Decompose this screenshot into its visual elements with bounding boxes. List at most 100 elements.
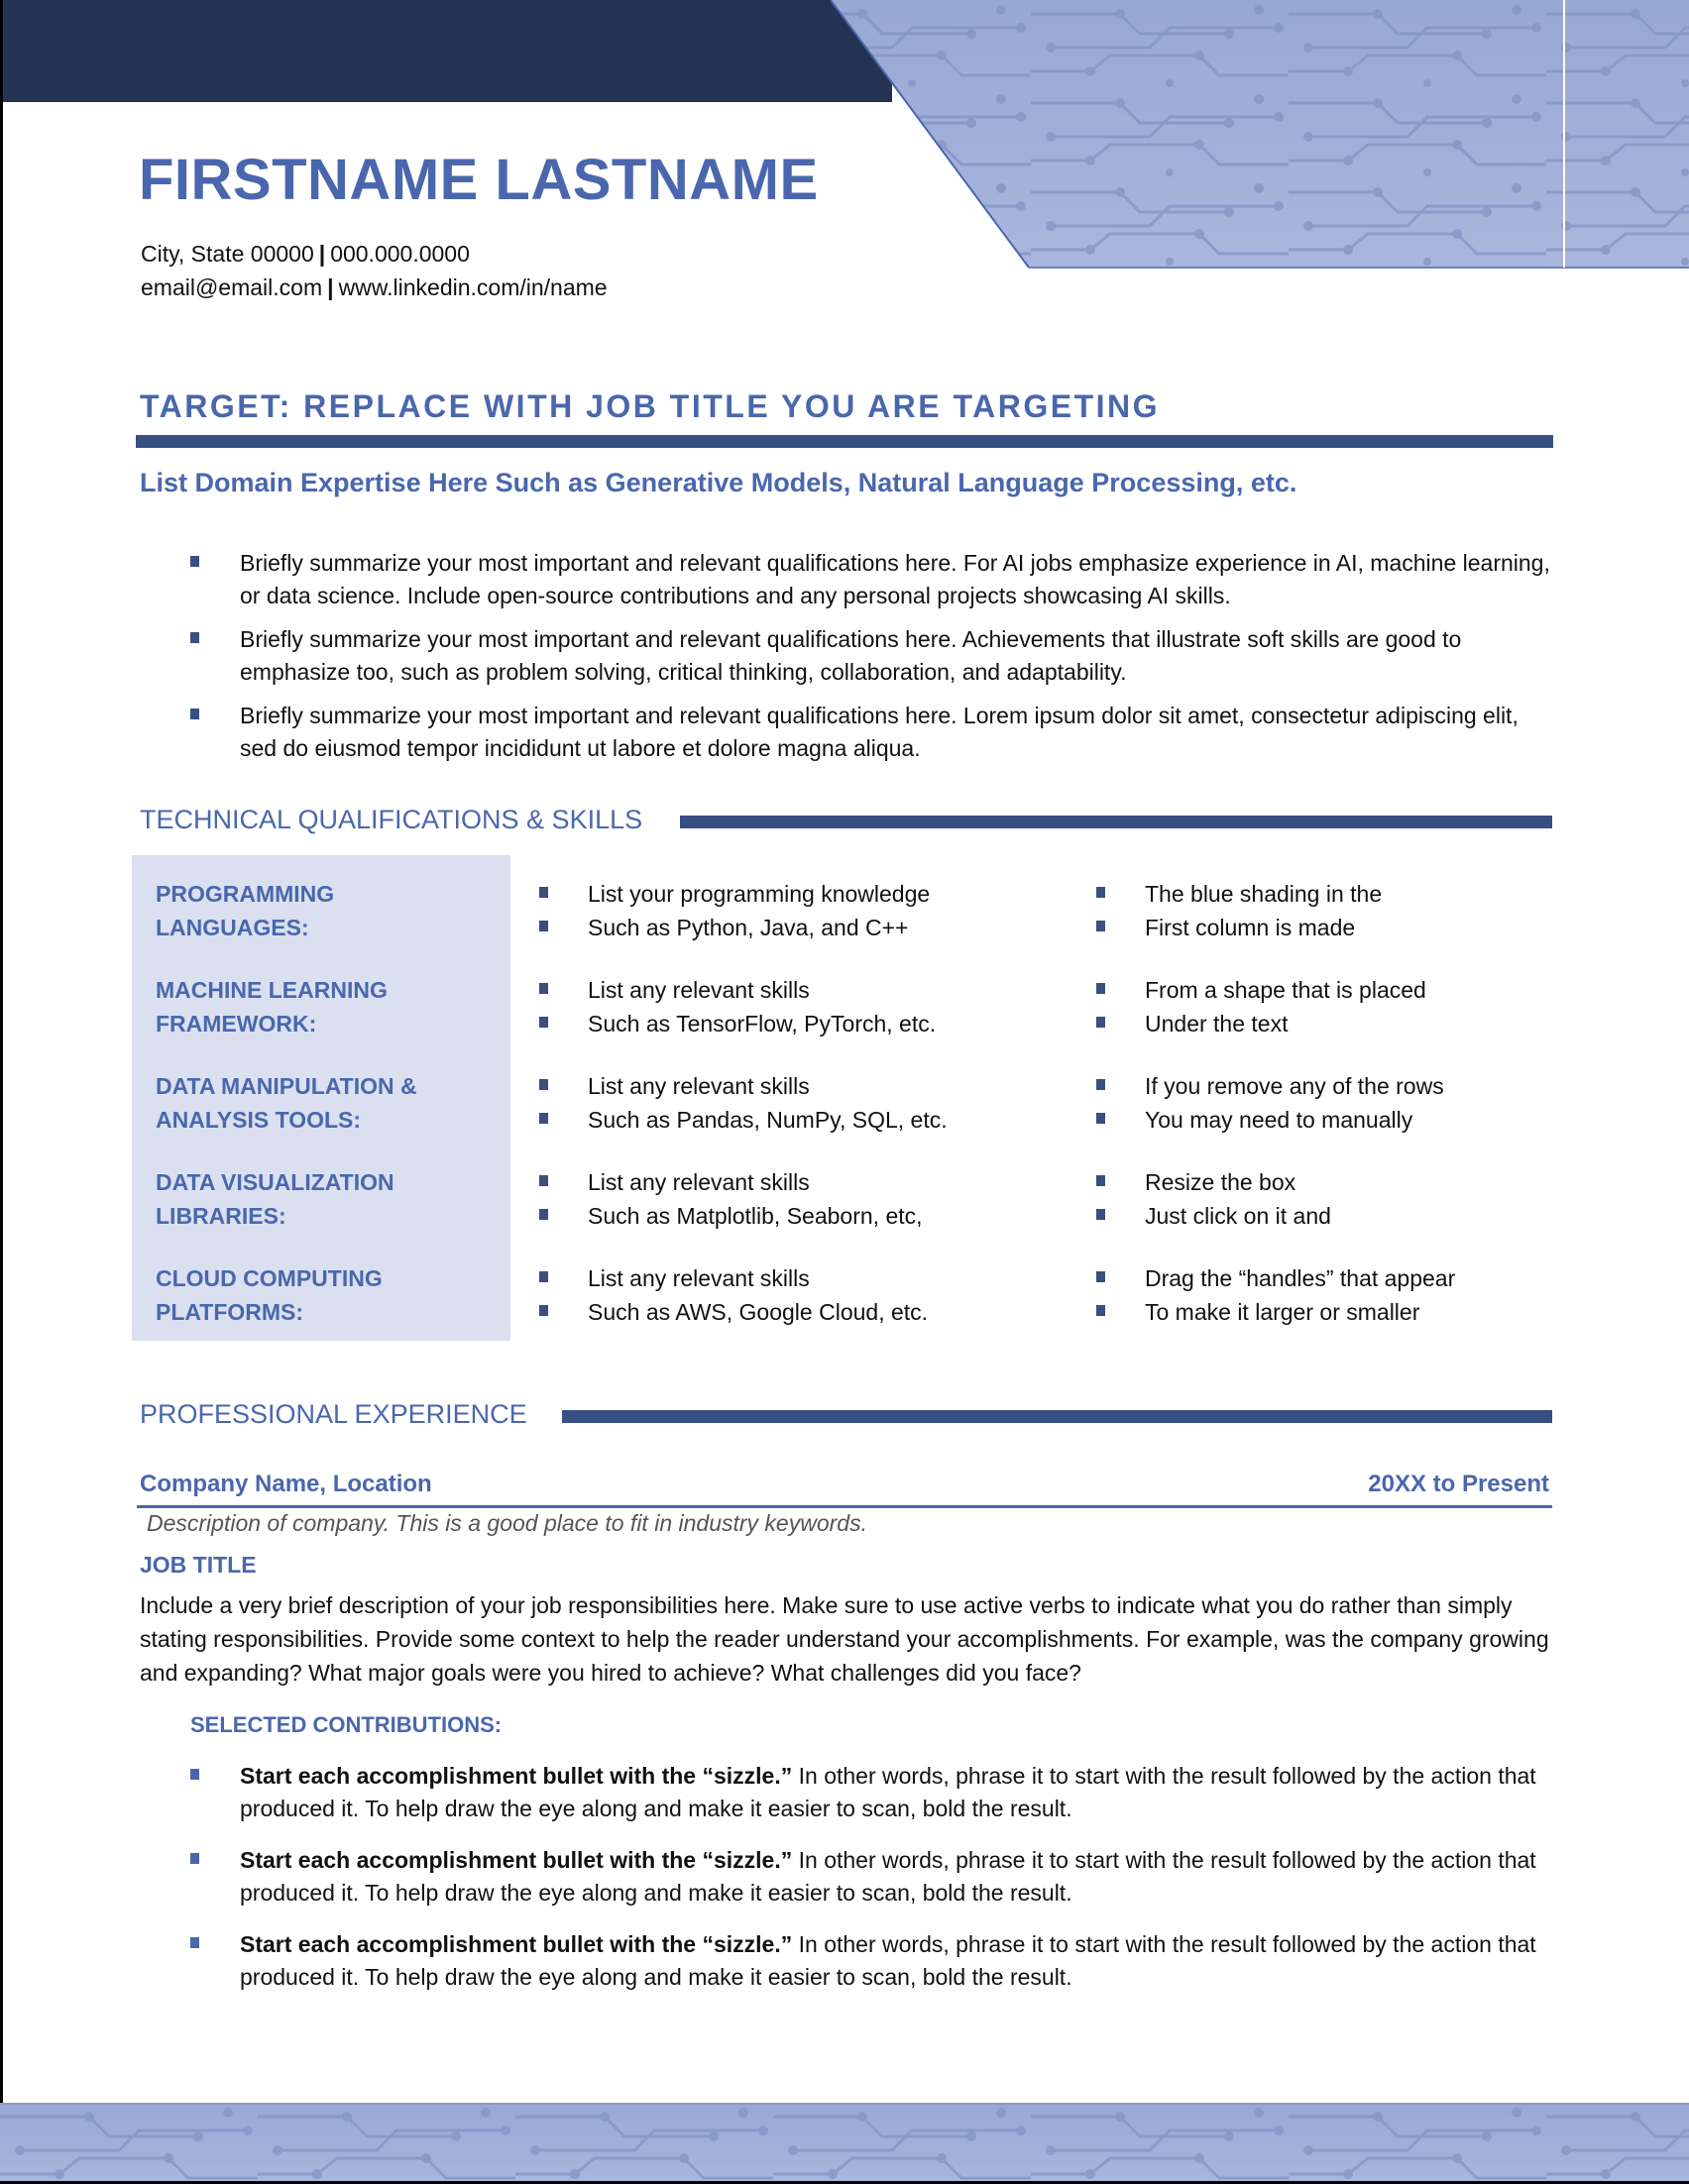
square-bullet-icon bbox=[539, 921, 548, 931]
skill-list: If you remove any of the rows You may nee… bbox=[1096, 1069, 1444, 1137]
skill-list: List any relevant skills Such as TensorFl… bbox=[539, 973, 936, 1040]
skill-item: List your programming knowledge bbox=[539, 877, 930, 911]
square-bullet-icon bbox=[1096, 1113, 1105, 1124]
email-link[interactable]: email@email.com bbox=[141, 274, 322, 300]
circuit-board-header-graphic bbox=[830, 0, 1689, 269]
square-bullet-icon bbox=[539, 1271, 548, 1282]
candidate-name: FIRSTNAME LASTNAME bbox=[139, 148, 819, 212]
contact-line-2: email@email.com | www.linkedin.com/in/name bbox=[141, 274, 608, 301]
summary-text: Briefly summarize your most important an… bbox=[240, 550, 1550, 608]
skill-text: List your programming knowledge bbox=[588, 881, 931, 907]
skill-item: Such as AWS, Google Cloud, etc. bbox=[539, 1295, 928, 1329]
skill-item: List any relevant skills bbox=[539, 973, 936, 1007]
skill-text: List any relevant skills bbox=[588, 1073, 810, 1099]
square-bullet-icon bbox=[539, 1079, 548, 1090]
square-bullet-icon bbox=[539, 1209, 548, 1220]
square-bullet-icon bbox=[1096, 1079, 1105, 1090]
skill-text: Such as Matplotlib, Seaborn, etc, bbox=[588, 1203, 923, 1229]
skill-row: CLOUD COMPUTING PLATFORMS: List any relev… bbox=[0, 1261, 1689, 1331]
separator: | bbox=[318, 241, 326, 267]
domain-expertise: List Domain Expertise Here Such as Gener… bbox=[140, 468, 1297, 497]
contribution-bullet: Start each accomplishment bullet with th… bbox=[190, 1844, 1558, 1910]
skill-list: List your programming knowledge Such as P… bbox=[539, 877, 930, 944]
square-bullet-icon bbox=[190, 1937, 199, 1948]
linkedin-link[interactable]: www.linkedin.com/in/name bbox=[339, 274, 608, 300]
skill-list: List any relevant skills Such as Matplotl… bbox=[539, 1165, 923, 1233]
skill-text: From a shape that is placed bbox=[1145, 977, 1426, 1003]
square-bullet-icon bbox=[1096, 1209, 1105, 1220]
experience-rule bbox=[562, 1410, 1552, 1423]
skill-row: DATA MANIPULATION & ANALYSIS TOOLS: List … bbox=[0, 1069, 1689, 1139]
skills-heading: TECHNICAL QUALIFICATIONS & SKILLS bbox=[140, 805, 643, 834]
skill-list: Resize the box Just click on it and bbox=[1096, 1165, 1331, 1233]
square-bullet-icon bbox=[1096, 1017, 1105, 1028]
company-row: Company Name, Location 20XX to Present bbox=[140, 1471, 1553, 1504]
skill-category: MACHINE LEARNING FRAMEWORK: bbox=[156, 977, 388, 1037]
square-bullet-icon bbox=[1096, 1271, 1105, 1282]
skill-item: From a shape that is placed bbox=[1096, 973, 1426, 1007]
square-bullet-icon bbox=[190, 1769, 199, 1780]
skill-item: List any relevant skills bbox=[539, 1261, 928, 1295]
skill-row: MACHINE LEARNING FRAMEWORK: List any rele… bbox=[0, 973, 1689, 1042]
square-bullet-icon bbox=[190, 632, 199, 643]
square-bullet-icon bbox=[539, 1175, 548, 1186]
skill-item: To make it larger or smaller bbox=[1096, 1295, 1455, 1329]
job-description: Include a very brief description of your… bbox=[140, 1592, 1549, 1686]
skill-text: Such as Python, Java, and C++ bbox=[588, 915, 909, 940]
skill-text: List any relevant skills bbox=[588, 977, 810, 1003]
skill-list: The blue shading in the First column is m… bbox=[1096, 877, 1382, 944]
square-bullet-icon bbox=[190, 709, 199, 719]
skill-row: PROGRAMMING LANGUAGES: List your programm… bbox=[0, 877, 1689, 946]
skill-text: The blue shading in the bbox=[1145, 881, 1383, 907]
skill-text: To make it larger or smaller bbox=[1145, 1299, 1420, 1325]
skill-item: Such as Python, Java, and C++ bbox=[539, 911, 930, 944]
square-bullet-icon bbox=[1096, 921, 1105, 931]
summary-bullet: Briefly summarize your most important an… bbox=[190, 547, 1558, 612]
square-bullet-icon bbox=[190, 1853, 199, 1864]
skill-text: Just click on it and bbox=[1145, 1203, 1331, 1229]
contribution-bullet: Start each accomplishment bullet with th… bbox=[190, 1760, 1558, 1825]
square-bullet-icon bbox=[539, 887, 548, 898]
contribution-result: Start each accomplishment bullet with th… bbox=[240, 1847, 793, 1873]
summary-bullet: Briefly summarize your most important an… bbox=[190, 700, 1558, 765]
square-bullet-icon bbox=[1096, 1175, 1105, 1186]
summary-text: Briefly summarize your most important an… bbox=[240, 626, 1462, 685]
skill-list: List any relevant skills Such as Pandas, … bbox=[539, 1069, 948, 1137]
skill-text: If you remove any of the rows bbox=[1145, 1073, 1444, 1099]
target-heading: TARGET: REPLACE WITH JOB TITLE YOU ARE T… bbox=[140, 388, 1161, 424]
skill-item: You may need to manually bbox=[1096, 1103, 1444, 1137]
skill-item: Just click on it and bbox=[1096, 1199, 1331, 1233]
company-description: Description of company. This is a good p… bbox=[147, 1510, 867, 1536]
circuit-board-footer-graphic bbox=[0, 2103, 1689, 2184]
skill-item: Such as Pandas, NumPy, SQL, etc. bbox=[539, 1103, 948, 1137]
contribution-result: Start each accomplishment bullet with th… bbox=[240, 1763, 793, 1789]
company-name: Company Name, Location bbox=[140, 1471, 432, 1497]
location: City, State 00000 bbox=[141, 241, 314, 267]
company-rule bbox=[137, 1505, 1552, 1508]
skill-item: List any relevant skills bbox=[539, 1069, 948, 1103]
skill-item: Such as TensorFlow, PyTorch, etc. bbox=[539, 1007, 936, 1040]
skill-item: Under the text bbox=[1096, 1007, 1426, 1040]
skill-category: CLOUD COMPUTING PLATFORMS: bbox=[156, 1265, 383, 1325]
square-bullet-icon bbox=[1096, 887, 1105, 898]
summary-bullet: Briefly summarize your most important an… bbox=[190, 623, 1558, 689]
contributions-heading: SELECTED CONTRIBUTIONS: bbox=[190, 1712, 503, 1737]
skill-text: Such as Pandas, NumPy, SQL, etc. bbox=[588, 1107, 948, 1133]
skill-text: Drag the “handles” that appear bbox=[1145, 1265, 1456, 1291]
contributions-list: Start each accomplishment bullet with th… bbox=[190, 1760, 1558, 2013]
skill-item: Resize the box bbox=[1096, 1165, 1331, 1199]
square-bullet-icon bbox=[539, 1017, 548, 1028]
skill-item: List any relevant skills bbox=[539, 1165, 923, 1199]
square-bullet-icon bbox=[1096, 1305, 1105, 1316]
skill-list: Drag the “handles” that appear To make it… bbox=[1096, 1261, 1455, 1329]
separator: | bbox=[327, 274, 334, 300]
phone: 000.000.0000 bbox=[330, 241, 470, 267]
skill-item: Drag the “handles” that appear bbox=[1096, 1261, 1455, 1295]
skill-item: If you remove any of the rows bbox=[1096, 1069, 1444, 1103]
skill-text: You may need to manually bbox=[1145, 1107, 1413, 1133]
skill-text: Such as TensorFlow, PyTorch, etc. bbox=[588, 1011, 937, 1037]
skill-text: First column is made bbox=[1145, 915, 1356, 940]
skill-list: List any relevant skills Such as AWS, Goo… bbox=[539, 1261, 928, 1329]
skill-text: Under the text bbox=[1145, 1011, 1289, 1037]
skill-text: List any relevant skills bbox=[588, 1265, 810, 1291]
